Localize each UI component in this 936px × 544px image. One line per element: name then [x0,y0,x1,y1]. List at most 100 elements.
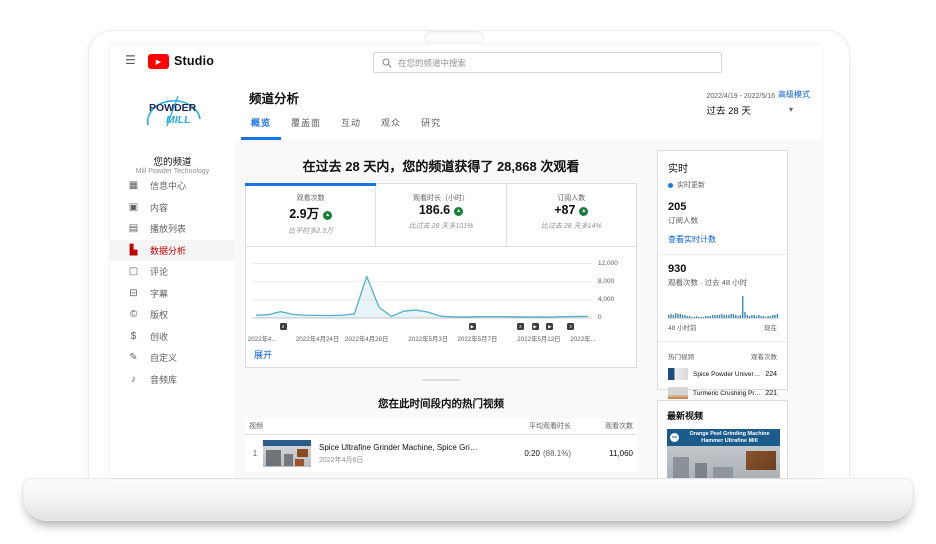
overview-card: 观看次数 2.9万▴ 比平时多2.3万 观看时长（小时） 186.6▴ 比过去 … [245,183,637,368]
hamburger-menu-icon[interactable]: ☰ [125,53,136,67]
powder-mill-logo-badge: PM [670,433,679,442]
scroll-pill [422,379,460,381]
copyright-icon: © [127,309,140,320]
video-markers: 2 ▶ 2 ▶ ▶ 2 [252,323,592,331]
video-publish-marker[interactable]: ▶ [469,323,476,330]
topbar: ☰ ▶ Studio 在您的频道中搜索 [110,45,822,79]
content-area: 在过去 28 天内，您的频道获得了 28,868 次观看 观看次数 2.9万▴ … [235,140,822,478]
sidebar-item-label: 内容 [150,201,168,214]
search-placeholder: 在您的频道中搜索 [398,57,466,69]
video-publish-marker[interactable]: 2 [567,323,574,330]
sidebar-menu-item[interactable]: ▙ 数据分析 [110,240,235,262]
y-tick-label: 12,000 [598,260,618,267]
chevron-down-icon: ▾ [789,105,793,114]
video-views: 221 [765,390,777,397]
analytics-tab[interactable]: 概览 [241,112,281,140]
trend-up-icon: ▴ [579,207,588,216]
realtime-list-header: 热门视频 观看次数 [668,351,777,361]
top-videos-table: 视频 平均观看时长 观看次数 1 Spice Ultrafine Grinder… [245,418,637,472]
sidebar-menu-item[interactable]: ▣ 内容 [110,197,235,219]
y-tick-label: 4,000 [598,296,614,303]
page-title: 频道分析 [249,88,299,107]
axis-right-label: 现在 [764,322,777,332]
sidebar-item-label: 信息中心 [150,179,186,192]
stat-label: 观看次数 [246,193,375,203]
sidebar-menu-item[interactable]: ✎ 自定义 [110,347,235,369]
realtime-axis: 48 小时前 现在 [668,322,777,332]
sidebar-item-label: 字幕 [150,287,168,300]
sidebar-menu-item[interactable]: $ 创收 [110,326,235,348]
sidebar-item-label: 播放列表 [150,222,186,235]
stat-compare: 比过去 28 天多101% [376,221,505,231]
video-thumbnail [668,368,688,380]
sidebar-menu-item[interactable]: ▦ 信息中心 [110,175,235,197]
search-icon [382,58,392,68]
stat-card[interactable]: 观看时长（小时） 186.6▴ 比过去 28 天多101% [376,184,506,246]
sidebar-menu-item[interactable]: ▤ 播放列表 [110,218,235,240]
views-headline: 在过去 28 天内，您的频道获得了 28,868 次观看 [235,156,647,175]
views-cell: 11,060 [571,449,633,458]
realtime-video-row[interactable]: Turmeric Crushing Producti... 221 [668,387,777,399]
see-live-count-link[interactable]: 查看实时计数 [668,234,777,245]
stat-label: 观看时长（小时） [376,193,505,203]
stat-card[interactable]: 观看次数 2.9万▴ 比平时多2.3万 [246,184,376,246]
content-icon: ▣ [127,202,140,213]
analytics-tab[interactable]: 覆盖面 [281,112,331,140]
customization-icon: ✎ [127,352,140,363]
stat-compare: 比平时多2.3万 [246,226,375,236]
realtime-card: 实时 实时更新 205 订阅人数 查看实时计数 930 观看次数 · 过去 48… [657,150,788,390]
sidebar-menu-item[interactable]: ⊟ 字幕 [110,283,235,305]
studio-logo-text[interactable]: Studio [174,54,214,68]
stat-value: +87 [554,203,575,217]
table-row[interactable]: 1 Spice Ultrafine Grinder Machine, Spice… [245,435,637,472]
video-publish-marker[interactable]: 2 [517,323,524,330]
channel-name: Mill Powder Technology [110,168,235,175]
video-title[interactable]: Spice Ultrafine Grinder Machine, Spice G… [319,443,481,452]
trend-up-icon: ▴ [323,211,332,220]
stat-value: 186.6 [419,203,450,217]
views-label: 观看次数 [751,351,777,361]
realtime-title: 实时 [668,160,777,175]
realtime-video-row[interactable]: Spice Powder Universal Cru... 224 [668,368,777,380]
sidebar-menu-item[interactable]: ♪ 音频库 [110,369,235,391]
audio-library-icon: ♪ [127,374,140,385]
stat-label: 订阅人数 [507,193,636,203]
chart-expand-link[interactable]: 展开 [254,348,272,361]
latest-video-thumbnail[interactable]: PM Orange Peel Grinding Machine Hammer U… [667,429,780,478]
analytics-tab[interactable]: 研究 [411,112,451,140]
column-views: 观看次数 [571,421,633,431]
stats-row: 观看次数 2.9万▴ 比平时多2.3万 观看时长（小时） 186.6▴ 比过去 … [246,184,636,247]
x-tick-label: 2022年4月28日 [335,334,399,343]
y-tick-label: 8,000 [598,278,614,285]
date-period-text: 过去 28 天 [706,103,775,117]
video-publish-marker[interactable]: ▶ [546,323,553,330]
youtube-studio-app: ☰ ▶ Studio 在您的频道中搜索 POWDER MILL [110,45,822,478]
sidebar-item-label: 创收 [150,330,168,343]
analytics-icon: ▙ [127,245,140,256]
top-videos-label: 热门视频 [668,351,694,361]
date-range-picker[interactable]: 2022/4/19 - 2022/5/16 过去 28 天 ▾ [706,93,795,117]
latest-videos-card: 最新视频 PM Orange Peel Grinding Machine Ham… [657,400,788,478]
video-views: 224 [765,371,777,378]
x-tick-label: 2022年5月7日 [445,334,509,343]
video-thumbnail [668,387,688,399]
video-date: 2022年4月6日 [319,455,481,465]
divider [658,254,787,255]
search-input[interactable]: 在您的频道中搜索 [373,52,722,73]
sidebar-menu-item[interactable]: © 版权 [110,304,235,326]
analytics-tab[interactable]: 互动 [331,112,371,140]
live-label: 实时更新 [677,180,705,190]
video-publish-marker[interactable]: ▶ [532,323,539,330]
analytics-tab[interactable]: 观众 [371,112,411,140]
youtube-logo-icon[interactable]: ▶ [148,54,169,69]
sidebar-menu-item[interactable]: ▢ 评论 [110,261,235,283]
video-thumbnail [263,440,311,467]
latest-videos-title: 最新视频 [667,409,778,422]
channel-logo[interactable]: POWDER MILL [110,88,235,138]
playlists-icon: ▤ [127,223,140,234]
comments-icon: ▢ [127,266,140,277]
video-title: Spice Powder Universal Cru... [693,371,761,378]
stat-card[interactable]: 订阅人数 +87▴ 比过去 28 天多14% [507,184,636,246]
realtime-views: 930 [668,263,777,275]
video-publish-marker[interactable]: 2 [280,323,287,330]
